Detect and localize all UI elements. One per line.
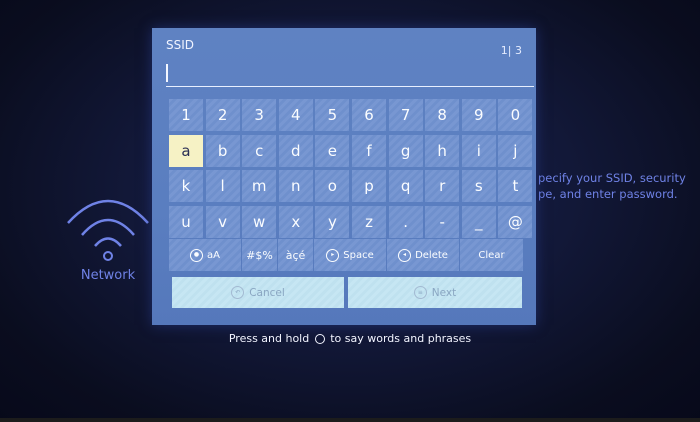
key[interactable]: 7 — [388, 99, 423, 131]
space-label: Space — [343, 249, 374, 261]
key[interactable]: s — [461, 170, 496, 202]
key[interactable]: 6 — [352, 99, 386, 131]
next-button[interactable]: ≡ Next — [348, 277, 522, 308]
rewind-icon: ◂ — [398, 248, 412, 262]
play-pause-icon: ▸ — [326, 248, 340, 262]
delete-key[interactable]: ◂ Delete — [387, 239, 459, 271]
key[interactable]: a — [169, 134, 203, 167]
cancel-button[interactable]: ↶ Cancel — [172, 277, 344, 308]
key[interactable]: 0 — [498, 99, 533, 131]
key[interactable]: n — [278, 170, 313, 202]
step-counter: 1| 3 — [500, 44, 522, 57]
case-toggle-label: aA — [207, 249, 220, 261]
keyboard-panel: SSID 1| 3 1234567890 abcdefghij klmnopqrst… — [152, 28, 536, 325]
key[interactable]: r — [425, 170, 460, 202]
key[interactable]: p — [352, 170, 386, 202]
key[interactable]: 5 — [315, 99, 350, 131]
key[interactable]: q — [388, 170, 423, 202]
voice-hint: Press and hold to say words and phrases — [0, 332, 700, 345]
key[interactable]: 4 — [278, 99, 313, 131]
accents-key[interactable]: àçé — [278, 239, 313, 271]
case-toggle-key[interactable]: ● aA — [169, 239, 241, 271]
instruction-line-2: pe, and enter password. — [538, 187, 678, 201]
key[interactable]: u — [169, 205, 203, 238]
key[interactable]: g — [388, 134, 423, 167]
key[interactable]: h — [425, 134, 460, 167]
microphone-icon — [314, 334, 325, 344]
key[interactable]: v — [205, 205, 240, 238]
voice-hint-start: Press and hold — [228, 332, 310, 345]
key[interactable]: y — [315, 205, 350, 238]
space-key[interactable]: ▸ Space — [314, 239, 386, 271]
key[interactable]: z — [352, 205, 386, 238]
key[interactable]: 9 — [461, 99, 496, 131]
key[interactable]: l — [205, 170, 240, 202]
key[interactable]: 1 — [169, 99, 203, 131]
key[interactable]: x — [278, 205, 313, 238]
key[interactable]: w — [242, 205, 277, 238]
instruction-line-1: pecify your SSID, security — [538, 171, 686, 185]
key[interactable]: . — [388, 205, 423, 238]
key[interactable]: j — [498, 134, 533, 167]
key[interactable]: - — [425, 205, 460, 238]
field-title: SSID — [166, 38, 195, 52]
network-label: Network — [80, 268, 136, 283]
tv-screen: Network pecify your SSID, security pe, a… — [0, 0, 700, 422]
ssid-input[interactable] — [166, 62, 534, 87]
key[interactable]: b — [205, 134, 240, 167]
key[interactable]: d — [278, 134, 313, 167]
back-icon: ↶ — [231, 286, 245, 299]
key[interactable]: 8 — [425, 99, 460, 131]
delete-label: Delete — [415, 249, 448, 261]
next-label: Next — [431, 286, 457, 299]
key[interactable]: i — [461, 134, 496, 167]
key[interactable]: f — [352, 134, 386, 167]
key[interactable]: t — [498, 170, 533, 202]
text-caret — [166, 64, 168, 82]
key[interactable]: o — [315, 170, 350, 202]
circle-button-icon: ● — [190, 248, 204, 262]
key[interactable]: m — [242, 170, 277, 202]
key[interactable]: k — [169, 170, 203, 202]
key[interactable]: @ — [498, 205, 533, 238]
instruction-text: pecify your SSID, security pe, and enter… — [538, 170, 686, 202]
key[interactable]: c — [242, 134, 277, 167]
clear-key[interactable]: Clear — [460, 239, 523, 271]
tv-bezel — [0, 418, 700, 422]
voice-hint-end: to say words and phrases — [330, 332, 472, 345]
key[interactable]: 3 — [242, 99, 277, 131]
symbols-key[interactable]: #$% — [242, 239, 277, 271]
menu-icon: ≡ — [413, 286, 427, 299]
key[interactable]: e — [315, 134, 350, 167]
key[interactable]: _ — [461, 205, 496, 238]
cancel-label: Cancel — [249, 286, 285, 299]
key[interactable]: 2 — [205, 99, 240, 131]
